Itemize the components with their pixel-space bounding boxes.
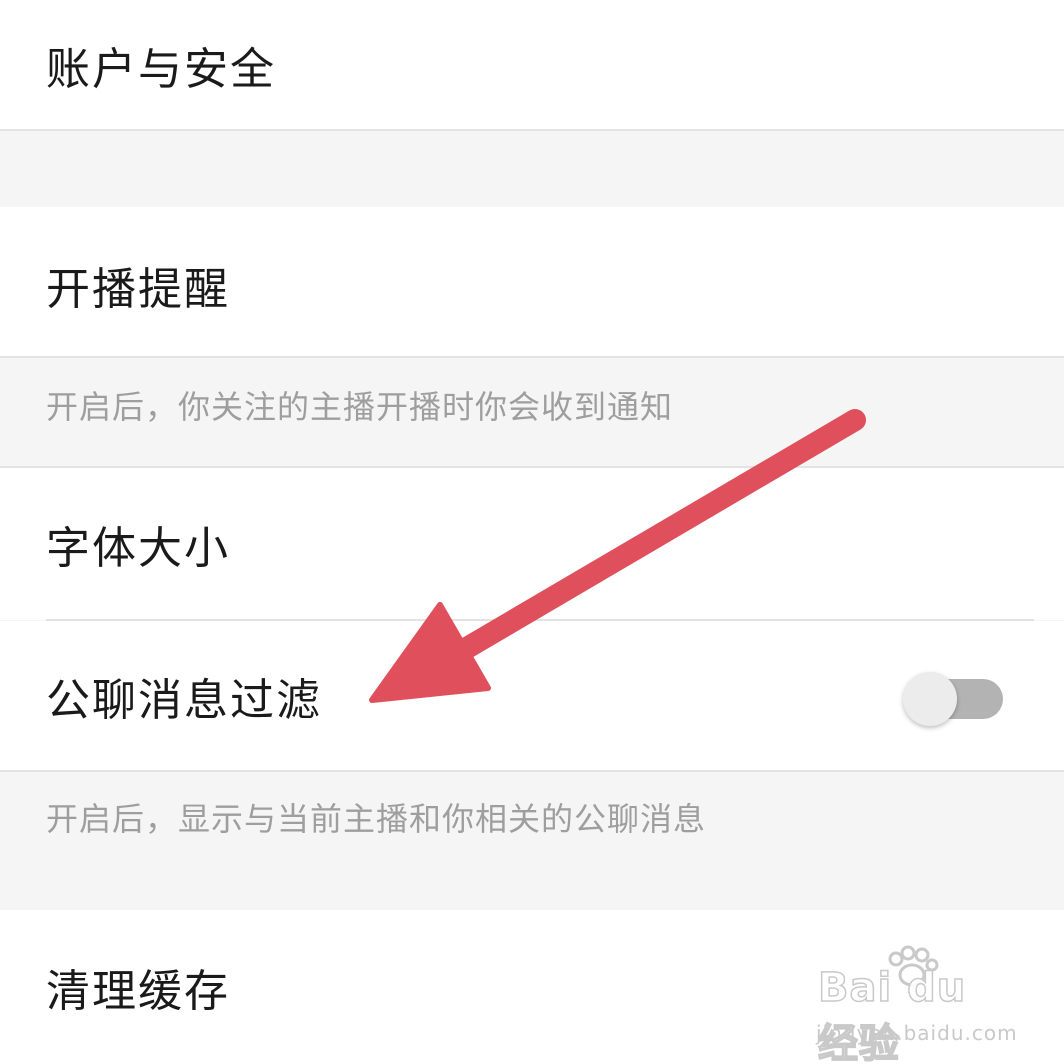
settings-row-live-reminder[interactable]: 开播提醒 <box>0 207 1064 357</box>
watermark-url: jingyan.baidu.com <box>816 1021 1018 1045</box>
divider <box>0 129 1064 131</box>
toggle-knob <box>903 672 957 726</box>
settings-row-account-security[interactable]: 账户与安全 <box>0 0 1064 130</box>
baidu-jingyan-watermark: Bai du 经验 jingyan.baidu.com <box>812 945 1022 1064</box>
settings-row-font-size[interactable]: 字体大小 <box>0 468 1064 620</box>
live-reminder-hint-text: 开启后，你关注的主播开播时你会收到通知 <box>46 388 674 426</box>
public-chat-filter-toggle[interactable] <box>903 672 1003 726</box>
public-chat-filter-label: 公聊消息过滤 <box>46 675 322 726</box>
font-size-label: 字体大小 <box>46 523 230 574</box>
live-reminder-label: 开播提醒 <box>46 264 230 315</box>
account-security-label: 账户与安全 <box>46 44 276 95</box>
watermark-logo: Bai du 经验 <box>817 964 967 1064</box>
clear-cache-label: 清理缓存 <box>46 966 230 1017</box>
public-chat-filter-hint: 开启后，显示与当前主播和你相关的公聊消息 <box>0 772 1064 908</box>
settings-screen: 账户与安全 开播提醒 开启后，你关注的主播开播时你会收到通知 字体大小 公聊消息… <box>0 0 1064 1064</box>
public-chat-filter-hint-text: 开启后，显示与当前主播和你相关的公聊消息 <box>46 800 707 838</box>
live-reminder-hint: 开启后，你关注的主播开播时你会收到通知 <box>0 358 1064 466</box>
